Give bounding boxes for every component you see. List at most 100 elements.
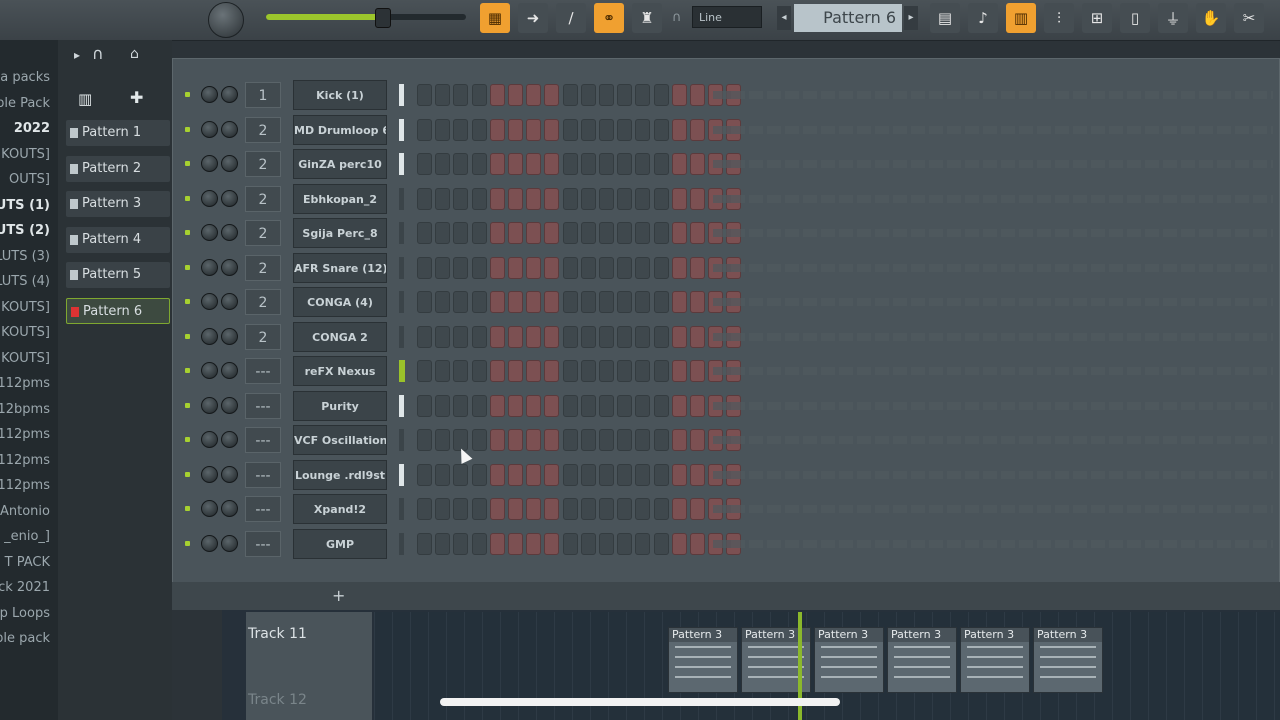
channel-volume-knob[interactable] [221,534,238,552]
step-button[interactable] [544,153,560,175]
snap-select[interactable]: Line [692,6,762,28]
magnet-icon[interactable]: ∩ [92,44,104,63]
step-button[interactable] [526,118,542,141]
step-button[interactable] [562,394,578,417]
file-icon[interactable]: ▯ [1120,3,1150,33]
pattern-clip[interactable]: Pattern 3 [887,627,957,693]
browser-item[interactable]: LUTS (3) [0,249,50,264]
step-button[interactable] [508,429,523,451]
mixer-icon[interactable]: ⫶ [1044,3,1074,33]
step-button[interactable] [599,187,614,210]
step-button[interactable] [653,360,669,382]
channel-volume-knob[interactable] [221,465,238,483]
step-button[interactable] [580,498,596,520]
channel-name-button[interactable]: CONGA 2 [293,321,387,352]
step-button[interactable] [508,325,523,348]
step-button[interactable] [489,84,505,106]
pattern-item[interactable]: Pattern 4 [66,226,170,253]
step-button[interactable] [599,153,614,175]
step-button[interactable] [599,463,614,486]
step-button[interactable] [580,118,596,141]
step-button[interactable] [526,325,542,348]
step-button[interactable] [653,291,669,313]
step-button[interactable] [544,532,560,555]
step-button[interactable] [526,84,542,106]
step-button[interactable] [617,532,633,555]
channel-name-button[interactable]: Kick (1) [293,80,387,110]
step-button[interactable] [453,325,469,348]
step-button[interactable] [508,291,523,313]
step-button[interactable] [599,360,614,382]
step-sequencer-icon[interactable]: ▥ [1006,3,1036,33]
step-button[interactable] [508,84,523,106]
step-button[interactable] [435,360,451,382]
step-button[interactable] [617,222,633,244]
step-button[interactable] [690,291,705,313]
step-button[interactable] [544,498,560,520]
step-button[interactable] [617,360,633,382]
step-button[interactable] [653,187,669,210]
pick-icon[interactable]: ✋ [1196,3,1226,33]
channel-volume-knob[interactable] [221,189,238,207]
step-button[interactable] [435,153,451,175]
channel-volume-knob[interactable] [221,362,238,379]
step-button[interactable] [471,222,487,244]
step-button[interactable] [653,256,669,279]
step-button[interactable] [417,429,432,451]
step-button[interactable] [453,498,469,520]
pattern-clip[interactable]: Pattern 3 [668,627,738,693]
channel-led[interactable] [185,230,190,235]
browser-item[interactable]: ple pack [0,631,50,646]
channel-volume-knob[interactable] [221,431,238,448]
pattern-item[interactable]: Pattern 1 [66,120,170,146]
tools-icon[interactable]: ✂ [1234,3,1264,33]
step-button[interactable] [544,256,560,279]
mixer-track-number[interactable]: 2 [245,116,281,143]
mixer-track-number[interactable]: 2 [245,185,281,212]
pattern-item[interactable]: Pattern 5 [66,262,170,288]
brush-icon[interactable]: ∕ [556,3,586,33]
step-button[interactable] [690,222,705,244]
channel-name-button[interactable]: AFR Snare (12) [293,252,387,283]
channel-pan-knob[interactable] [201,224,218,241]
browser-item[interactable]: 112pms [0,427,50,442]
browser-item[interactable]: p Loops [0,606,50,621]
channel-pan-knob[interactable] [201,155,218,172]
step-button[interactable] [653,429,669,451]
step-button[interactable] [617,256,633,279]
step-button[interactable] [635,222,651,244]
browser-item[interactable]: 112pms [0,478,50,493]
step-button[interactable] [562,222,578,244]
step-button[interactable] [471,360,487,382]
pattern-selector[interactable]: Pattern 6 [794,4,902,32]
step-button[interactable] [526,463,542,486]
channel-select-bar[interactable] [399,325,404,348]
step-button[interactable] [526,394,542,417]
step-button[interactable] [489,118,505,141]
channel-select-bar[interactable] [399,532,404,555]
track-11-label[interactable]: Track 11 [248,626,307,642]
step-button[interactable] [690,532,705,555]
step-button[interactable] [508,360,523,382]
step-button[interactable] [580,187,596,210]
channel-led[interactable] [185,195,190,201]
step-button[interactable] [599,84,614,106]
step-button[interactable] [526,429,542,451]
step-button[interactable] [617,498,633,520]
pattern-clip[interactable]: Pattern 3 [814,627,884,693]
channel-select-bar[interactable] [399,360,405,382]
step-button[interactable] [580,325,596,348]
step-button[interactable] [599,429,614,451]
step-button[interactable] [562,291,578,313]
channel-name-button[interactable]: Ebhkopan_2 [293,183,387,214]
step-button[interactable] [671,463,687,486]
step-button[interactable] [635,532,651,555]
step-button[interactable] [671,325,687,348]
step-button[interactable] [417,463,432,486]
step-button[interactable] [489,360,505,382]
channel-select-bar[interactable] [399,153,404,175]
step-button[interactable] [453,84,469,106]
step-button[interactable] [526,532,542,555]
channel-led[interactable] [185,437,190,442]
step-button[interactable] [671,84,687,106]
